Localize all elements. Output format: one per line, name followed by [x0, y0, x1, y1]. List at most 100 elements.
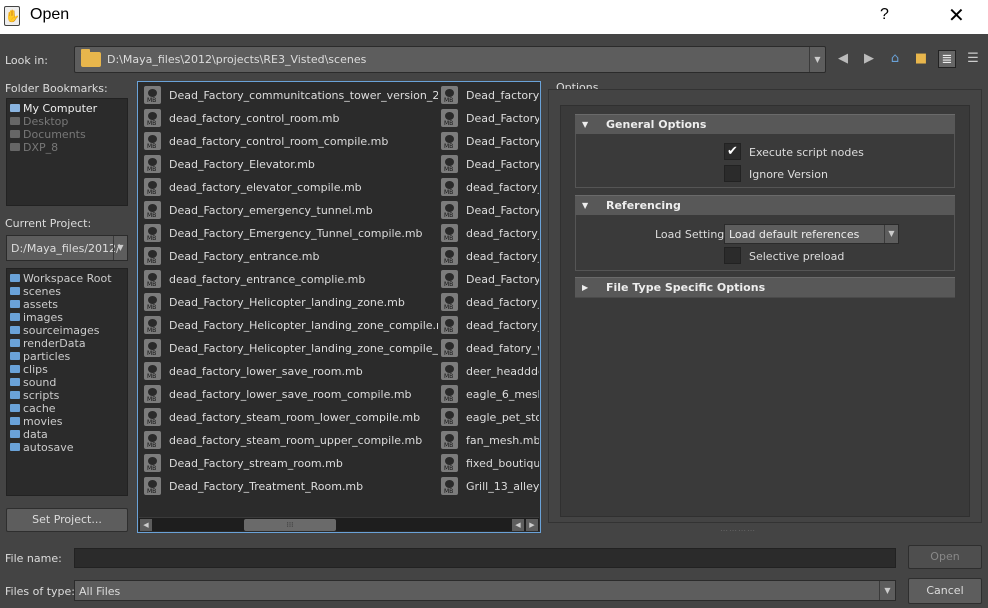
tree-item[interactable]: cache: [10, 402, 56, 415]
close-button[interactable]: ✕: [948, 3, 965, 27]
file-item[interactable]: MB Dead_Factory_Helicopter_landing_zone.m…: [144, 293, 438, 316]
file-item[interactable]: MB dead_factory_lower_save_room_compile.m…: [144, 385, 438, 408]
general-options-header[interactable]: ▼ General Options: [575, 114, 955, 134]
referencing-header[interactable]: ▼ Referencing: [575, 195, 955, 215]
file-item[interactable]: MB Dead_factory_t: [441, 86, 539, 109]
maya-file-icon: MB: [144, 339, 161, 357]
help-button[interactable]: ?: [880, 6, 889, 24]
file-item[interactable]: MB Dead_Factory_T: [441, 132, 539, 155]
load-settings-select[interactable]: Load default references ▼: [724, 224, 899, 244]
file-item[interactable]: MB Dead_Factory_Emergency_Tunnel_compile.…: [144, 224, 438, 247]
new-folder-icon[interactable]: ■: [912, 50, 930, 68]
file-item[interactable]: MB dead_factory_w: [441, 247, 539, 270]
file-item[interactable]: MB Grill_13_alley.mb: [441, 477, 539, 500]
file-badge: MB: [444, 396, 454, 403]
file-item[interactable]: MB dead_factory_lower_save_room.mb: [144, 362, 438, 385]
cancel-button[interactable]: Cancel: [908, 578, 982, 604]
file-item[interactable]: MB Dead_Factory_entrance.mb: [144, 247, 438, 270]
tree-item[interactable]: renderData: [10, 337, 86, 350]
tree-item[interactable]: scripts: [10, 389, 59, 402]
splitter-grip[interactable]: ⋯⋯⋯⋯: [720, 526, 756, 535]
file-item[interactable]: MB dead_factory_control_room.mb: [144, 109, 438, 132]
chevron-down-icon[interactable]: ▼: [884, 225, 898, 243]
home-icon[interactable]: ⌂: [886, 50, 904, 68]
file-item[interactable]: MB dead_factory_control_room_compile.mb: [144, 132, 438, 155]
set-project-button[interactable]: Set Project...: [6, 508, 128, 532]
section-title: Referencing: [606, 199, 681, 212]
file-item[interactable]: MB dead_fatory_wa: [441, 339, 539, 362]
maya-file-icon: MB: [441, 431, 458, 449]
file-item[interactable]: MB deer_headddd.: [441, 362, 539, 385]
tree-item[interactable]: scenes: [10, 285, 61, 298]
file-item[interactable]: MB Dead_Factory_Helicopter_landing_zone_c…: [144, 316, 438, 339]
file-badge: MB: [444, 120, 454, 127]
file-item[interactable]: MB dead_factory_w: [441, 224, 539, 247]
scrollbar-thumb[interactable]: ⁞⁞⁞: [244, 519, 336, 531]
file-item[interactable]: MB Dead_Factory_U: [441, 155, 539, 178]
file-item[interactable]: MB Dead_Factory_Helicopter_landing_zone_c…: [144, 339, 438, 362]
bookmark-item[interactable]: DXP_8: [10, 141, 58, 154]
file-badge: MB: [444, 212, 454, 219]
file-item[interactable]: MB dead_factory_entrance_complie.mb: [144, 270, 438, 293]
ignore-version-checkbox[interactable]: [724, 165, 741, 182]
file-badge: MB: [147, 327, 157, 334]
file-type-options-header[interactable]: ▶ File Type Specific Options: [575, 277, 955, 298]
tree-item[interactable]: sound: [10, 376, 56, 389]
filename-label: File name:: [5, 552, 62, 565]
list-view-icon[interactable]: ≣: [938, 50, 956, 68]
tree-label: scripts: [23, 389, 60, 402]
chevron-down-icon[interactable]: ▼: [879, 581, 895, 600]
scroll-left-icon[interactable]: ◀: [140, 519, 152, 531]
scroll-right-icon[interactable]: ▶: [526, 519, 538, 531]
bookmarks-label: Folder Bookmarks:: [5, 82, 108, 95]
open-button[interactable]: Open: [908, 545, 982, 569]
file-item[interactable]: MB dead_factory_u: [441, 178, 539, 201]
detail-view-icon[interactable]: ☰: [964, 50, 982, 68]
arrow-right-icon[interactable]: ▶: [860, 50, 878, 68]
file-item[interactable]: MB Dead_Factory_stream_room.mb: [144, 454, 438, 477]
file-item[interactable]: MB dead_factory_elevator_compile.mb: [144, 178, 438, 201]
file-item[interactable]: MB eagle_6_mesh.n: [441, 385, 539, 408]
tree-item[interactable]: particles: [10, 350, 70, 363]
tree-item[interactable]: sourceimages: [10, 324, 100, 337]
bookmark-item[interactable]: Documents: [10, 128, 86, 141]
chevron-down-icon[interactable]: ▼: [809, 47, 825, 72]
file-item[interactable]: MB Dead_Factory_U: [441, 201, 539, 224]
horizontal-scrollbar[interactable]: ◀ ⁞⁞⁞ ◀ ▶: [139, 517, 539, 531]
chevron-down-icon[interactable]: ▼: [113, 236, 127, 260]
tree-item[interactable]: assets: [10, 298, 58, 311]
file-item[interactable]: MB fan_mesh.mb: [441, 431, 539, 454]
file-item[interactable]: MB Dead_Factory_Treatment_Room.mb: [144, 477, 438, 500]
tree-item[interactable]: clips: [10, 363, 48, 376]
filetype-select[interactable]: All Files ▼: [74, 580, 896, 601]
selective-preload-checkbox[interactable]: [724, 247, 741, 264]
file-item[interactable]: MB dead_factory_steam_room_lower_compile.…: [144, 408, 438, 431]
current-project-combobox[interactable]: D:/Maya_files/2012/ ▼: [6, 235, 128, 261]
file-badge: MB: [444, 281, 454, 288]
file-item[interactable]: MB Dead_Factory_Elevator.mb: [144, 155, 438, 178]
tree-item[interactable]: images: [10, 311, 63, 324]
file-item[interactable]: MB eagle_pet_store: [441, 408, 539, 431]
tree-item[interactable]: movies: [10, 415, 63, 428]
tree-item[interactable]: Workspace Root: [10, 272, 112, 285]
arrow-left-icon[interactable]: ◀: [834, 50, 852, 68]
file-name: dead_factory_steam_room_upper_compile.mb: [169, 434, 423, 447]
lookin-combobox[interactable]: D:\Maya_files\2012\projects\RE3_Visted\s…: [74, 46, 826, 73]
file-item[interactable]: MB Dead_Factory_T: [441, 109, 539, 132]
tree-item[interactable]: autosave: [10, 441, 74, 454]
file-item[interactable]: MB Dead_Factory_communitcations_tower_ver…: [144, 86, 438, 109]
file-item[interactable]: MB Dead_Factory_emergency_tunnel.mb: [144, 201, 438, 224]
scroll-left-icon[interactable]: ◀: [512, 519, 524, 531]
file-item[interactable]: MB Dead_Factory_V: [441, 270, 539, 293]
bookmark-item[interactable]: Desktop: [10, 115, 68, 128]
maya-app-icon: ✋: [4, 6, 20, 26]
execute-script-checkbox[interactable]: ✔: [724, 143, 741, 160]
bookmark-item[interactable]: My Computer: [10, 102, 97, 115]
file-item[interactable]: MB dead_factory_w: [441, 293, 539, 316]
file-name: dead_factory_elevator_compile.mb: [169, 181, 362, 194]
tree-item[interactable]: data: [10, 428, 48, 441]
file-item[interactable]: MB fixed_boutique.: [441, 454, 539, 477]
file-item[interactable]: MB dead_factory_w: [441, 316, 539, 339]
filename-input[interactable]: [74, 548, 896, 568]
file-item[interactable]: MB dead_factory_steam_room_upper_compile.…: [144, 431, 438, 454]
